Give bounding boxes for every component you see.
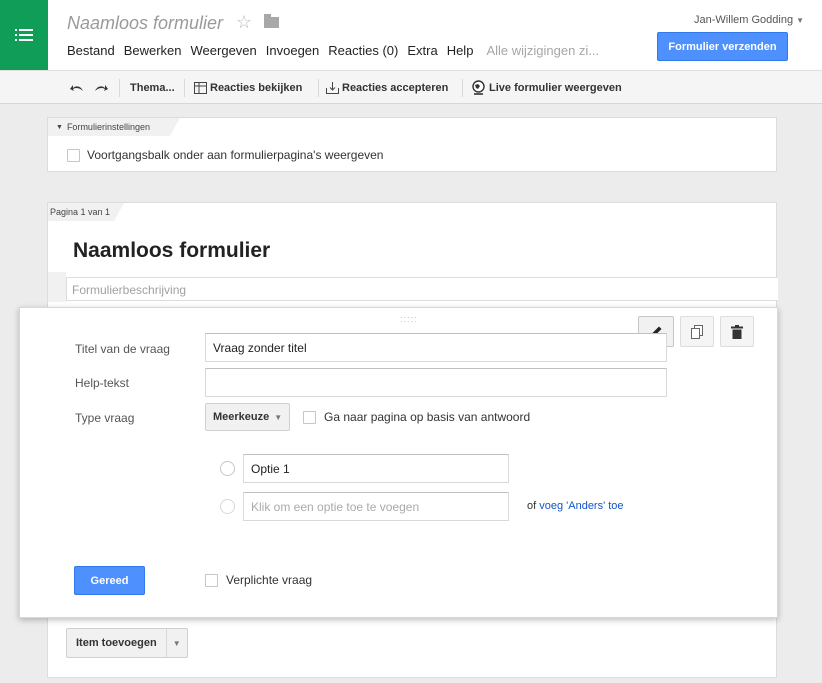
required-question-option: Verplichte vraag bbox=[205, 573, 312, 587]
add-other-prefix: of bbox=[527, 500, 540, 512]
option-1-input[interactable] bbox=[243, 454, 509, 483]
description-strip bbox=[48, 272, 66, 302]
folder-icon[interactable] bbox=[264, 14, 279, 28]
send-form-button[interactable]: Formulier verzenden bbox=[657, 32, 788, 61]
question-editor: ::::: Titel van de vraag Help-tekst Type… bbox=[19, 307, 778, 618]
list-icon bbox=[15, 29, 33, 41]
done-button[interactable]: Gereed bbox=[74, 566, 145, 595]
trash-icon bbox=[731, 324, 743, 339]
question-title-label: Titel van de vraag bbox=[75, 342, 170, 356]
toolbar-divider bbox=[184, 79, 185, 97]
chevron-down-icon: ▼ bbox=[796, 16, 804, 25]
star-icon[interactable]: ☆ bbox=[236, 12, 252, 32]
required-label: Verplichte vraag bbox=[226, 573, 313, 587]
triangle-down-icon: ▼ bbox=[56, 123, 63, 131]
app-header: Naamloos formulier ☆ Bestand Bewerken We… bbox=[0, 0, 822, 70]
add-option-input[interactable] bbox=[243, 492, 509, 521]
required-checkbox[interactable] bbox=[205, 573, 218, 587]
add-item-button[interactable]: Item toevoegen ▼ bbox=[66, 628, 188, 658]
form-settings-toggle[interactable]: ▼ Formulierinstellingen bbox=[48, 118, 180, 136]
user-account-menu[interactable]: Jan-Willem Godding ▼ bbox=[694, 14, 804, 26]
page-branch-checkbox[interactable] bbox=[303, 410, 316, 424]
redo-icon bbox=[95, 84, 108, 91]
view-responses-button[interactable]: Reacties bekijken bbox=[194, 71, 302, 104]
question-type-select[interactable]: Meerkeuze ▼ bbox=[205, 403, 291, 431]
form-settings-panel: ▼ Formulierinstellingen Voortgangsbalk o… bbox=[47, 117, 777, 172]
redo-button[interactable] bbox=[94, 71, 111, 104]
toolbar-divider bbox=[462, 79, 463, 97]
progress-bar-checkbox[interactable] bbox=[67, 148, 80, 162]
menu-bar: Bestand Bewerken Weergeven Invoegen Reac… bbox=[67, 43, 608, 58]
chevron-down-icon: ▼ bbox=[274, 412, 283, 422]
save-status: Alle wijzigingen zi... bbox=[486, 43, 600, 58]
toolbar-divider bbox=[318, 79, 319, 97]
page-branch-label: Ga naar pagina op basis van antwoord bbox=[324, 410, 531, 424]
form-settings-label: Formulierinstellingen bbox=[66, 122, 150, 132]
page-indicator: Pagina 1 van 1 bbox=[48, 203, 125, 221]
help-text-label: Help-tekst bbox=[75, 376, 130, 390]
duplicate-question-button[interactable] bbox=[680, 316, 714, 347]
question-type-label: Type vraag bbox=[75, 411, 135, 425]
document-title[interactable]: Naamloos formulier bbox=[67, 13, 223, 34]
table-icon bbox=[194, 81, 207, 94]
progress-bar-label: Voortgangsbalk onder aan formulierpagina… bbox=[87, 148, 384, 162]
menu-weergeven[interactable]: Weergeven bbox=[191, 43, 257, 58]
undo-button[interactable] bbox=[70, 71, 87, 104]
menu-extra[interactable]: Extra bbox=[407, 43, 437, 58]
toolbar: Thema... Reacties bekijken Reacties acce… bbox=[0, 70, 822, 104]
download-tray-icon bbox=[326, 81, 339, 94]
accept-responses-label: Reacties accepteren bbox=[342, 81, 449, 94]
undo-icon bbox=[70, 84, 83, 91]
menu-bewerken[interactable]: Bewerken bbox=[124, 43, 182, 58]
chevron-down-icon[interactable]: ▼ bbox=[167, 629, 187, 657]
theme-button[interactable]: Thema... bbox=[130, 71, 175, 104]
new-option-radio bbox=[220, 499, 235, 514]
delete-question-button[interactable] bbox=[720, 316, 754, 347]
form-description-field[interactable]: Formulierbeschrijving bbox=[66, 277, 778, 301]
menu-help[interactable]: Help bbox=[447, 43, 474, 58]
page-branch-option: Ga naar pagina op basis van antwoord bbox=[303, 410, 530, 424]
globe-icon bbox=[472, 79, 485, 95]
menu-bestand[interactable]: Bestand bbox=[67, 43, 115, 58]
accept-responses-button[interactable]: Reacties accepteren bbox=[326, 71, 448, 104]
view-live-form-label: Live formulier weergeven bbox=[489, 81, 622, 94]
forms-app-icon[interactable] bbox=[0, 0, 48, 70]
add-item-label[interactable]: Item toevoegen bbox=[67, 629, 167, 657]
progress-bar-setting: Voortgangsbalk onder aan formulierpagina… bbox=[67, 148, 383, 162]
view-responses-label: Reacties bekijken bbox=[210, 81, 303, 94]
view-live-form-button[interactable]: Live formulier weergeven bbox=[471, 71, 622, 104]
user-name: Jan-Willem Godding bbox=[694, 14, 794, 26]
question-type-value: Meerkeuze bbox=[213, 411, 270, 423]
add-other-option: of voeg 'Anders' toe bbox=[527, 500, 624, 512]
option-1-radio bbox=[220, 461, 235, 476]
toolbar-divider bbox=[119, 79, 120, 97]
add-other-link[interactable]: voeg 'Anders' toe bbox=[539, 500, 623, 512]
copy-icon bbox=[690, 324, 703, 339]
drag-handle[interactable]: ::::: bbox=[400, 314, 418, 324]
menu-invoegen[interactable]: Invoegen bbox=[266, 43, 320, 58]
form-title[interactable]: Naamloos formulier bbox=[73, 239, 270, 263]
menu-reacties[interactable]: Reacties (0) bbox=[328, 43, 398, 58]
question-title-input[interactable] bbox=[205, 333, 667, 362]
help-text-input[interactable] bbox=[205, 368, 667, 397]
